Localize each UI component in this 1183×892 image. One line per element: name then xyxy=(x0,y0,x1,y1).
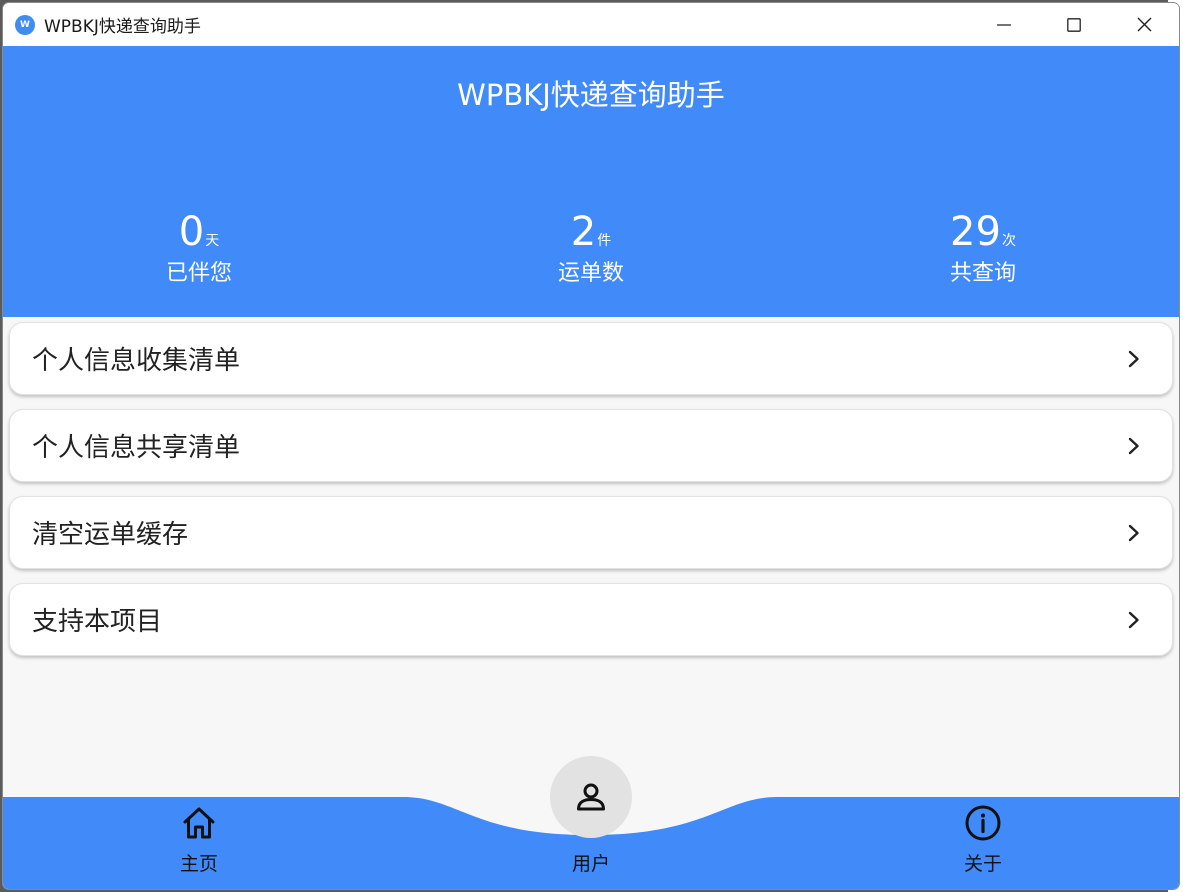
menu-item-label: 个人信息共享清单 xyxy=(32,433,241,463)
menu-item-clear-cache[interactable]: 清空运单缓存 xyxy=(9,496,1173,569)
stat-value-row: 29次 xyxy=(883,211,1083,253)
menu-item-sharing-list[interactable]: 个人信息共享清单 xyxy=(9,409,1173,482)
nav-user[interactable]: 用户 xyxy=(531,845,651,876)
menu-item-label: 个人信息收集清单 xyxy=(32,346,241,376)
window-controls xyxy=(969,3,1179,46)
minimize-button[interactable] xyxy=(969,3,1039,46)
maximize-icon xyxy=(1067,17,1081,32)
chevron-right-icon xyxy=(1128,436,1142,456)
user-icon xyxy=(577,783,605,811)
menu-item-support-project[interactable]: 支持本项目 xyxy=(9,583,1173,656)
nav-about-label: 关于 xyxy=(963,853,1002,875)
stat-days: 0天 已伴您 xyxy=(99,211,299,287)
close-icon xyxy=(1137,17,1151,32)
stat-waybills: 2件 运单数 xyxy=(491,211,691,287)
title-bar[interactable]: W WPBKJ快递查询助手 xyxy=(3,3,1179,46)
nav-about[interactable]: 关于 xyxy=(923,805,1043,876)
close-button[interactable] xyxy=(1109,3,1179,46)
stat-days-value: 0 xyxy=(178,209,205,255)
menu-item-label: 清空运单缓存 xyxy=(32,520,189,550)
window-title: WPBKJ快递查询助手 xyxy=(44,17,201,37)
stat-days-label: 已伴您 xyxy=(165,261,232,286)
stat-days-unit: 天 xyxy=(205,233,220,249)
stat-value-row: 2件 xyxy=(491,211,691,253)
stat-waybills-label: 运单数 xyxy=(557,261,624,286)
info-icon xyxy=(965,805,1001,841)
stat-waybills-value: 2 xyxy=(570,209,597,255)
stat-queries-label: 共查询 xyxy=(949,261,1016,286)
header-banner: WPBKJ快递查询助手 0天 已伴您 2件 运单数 29次 共查询 xyxy=(3,46,1179,317)
menu-item-label: 支持本项目 xyxy=(32,607,163,637)
app-logo-icon: W xyxy=(15,14,35,35)
stat-waybills-unit: 件 xyxy=(597,233,612,249)
chevron-right-icon xyxy=(1128,610,1142,630)
chevron-right-icon xyxy=(1128,349,1142,369)
stat-queries: 29次 共查询 xyxy=(883,211,1083,287)
user-fab-button[interactable] xyxy=(550,756,632,838)
nav-home[interactable]: 主页 xyxy=(139,805,259,876)
stat-queries-unit: 次 xyxy=(1001,233,1016,249)
chevron-right-icon xyxy=(1128,523,1142,543)
stat-queries-value: 29 xyxy=(950,209,1001,255)
app-window: W WPBKJ快递查询助手 WPBKJ快递查询助手 0天 已伴您 2件 运单数 … xyxy=(2,2,1180,890)
maximize-button[interactable] xyxy=(1039,3,1109,46)
menu-item-collection-list[interactable]: 个人信息收集清单 xyxy=(9,322,1173,395)
home-icon xyxy=(183,807,215,839)
page-title: WPBKJ快递查询助手 xyxy=(457,78,725,112)
nav-home-label: 主页 xyxy=(179,853,218,875)
minimize-icon xyxy=(997,23,1011,26)
nav-user-label: 用户 xyxy=(571,853,610,875)
stat-value-row: 0天 xyxy=(99,211,299,253)
